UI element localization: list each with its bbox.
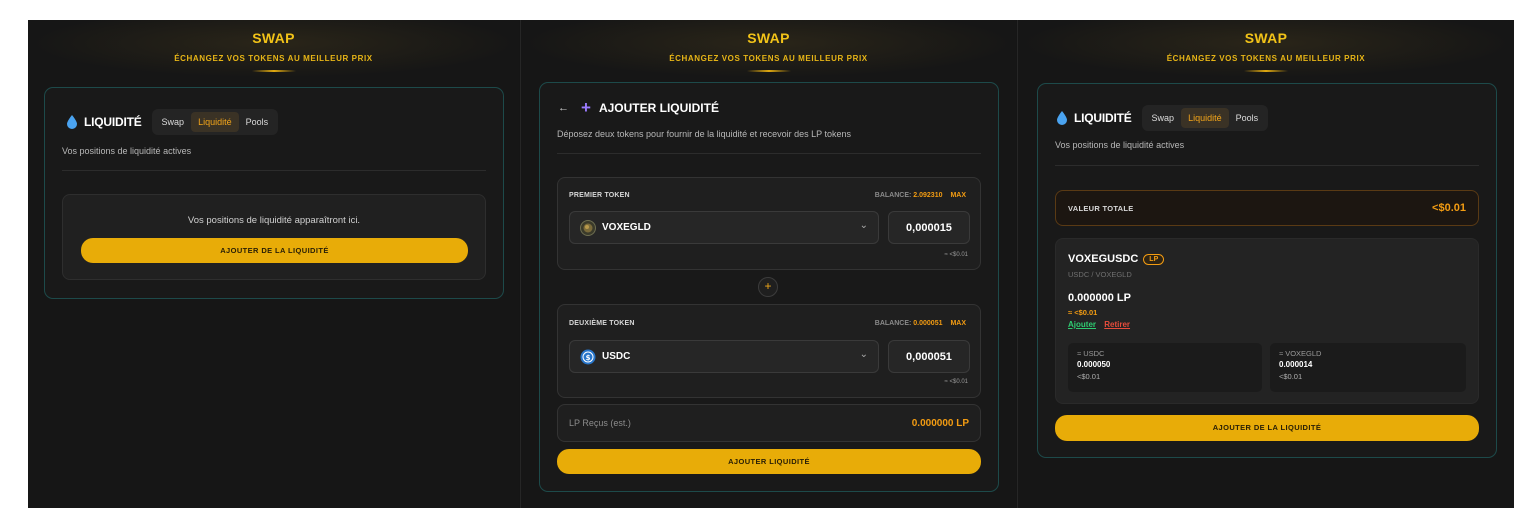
card-title: LIQUIDITÉ — [84, 115, 142, 129]
tab-swap[interactable]: Swap — [1145, 108, 1182, 128]
lp-received-value: 0.000000 LP — [911, 418, 969, 429]
tab-pools[interactable]: Pools — [239, 112, 276, 132]
chevron-down-icon: ⌄ — [859, 220, 868, 231]
first-token-label: PREMIER TOKEN — [569, 192, 630, 199]
second-token-amount[interactable]: 0,000051 — [888, 340, 970, 373]
first-token-box: PREMIER TOKEN BALANCE: 2.092310 MAX VOXE… — [557, 177, 981, 270]
card-subtitle: Vos positions de liquidité actives — [1055, 140, 1185, 150]
balance-value: 0.000051 — [913, 320, 943, 327]
plus-separator-icon: + — [758, 277, 778, 297]
divider — [557, 153, 981, 154]
add-liquidity-button[interactable]: AJOUTER LIQUIDITÉ — [557, 449, 981, 474]
divider — [62, 170, 486, 171]
header-subtitle: ÉCHANGEZ VOS TOKENS AU MEILLEUR PRIX — [669, 54, 868, 63]
divider — [1055, 165, 1479, 166]
max-button[interactable]: MAX — [950, 320, 966, 327]
add-liquidity-button[interactable]: AJOUTER DE LA LIQUIDITÉ — [1055, 415, 1479, 441]
tab-pools[interactable]: Pools — [1229, 108, 1266, 128]
card-title-row: ← + AJOUTER LIQUIDITÉ — [558, 98, 719, 117]
header-subtitle: ÉCHANGEZ VOS TOKENS AU MEILLEUR PRIX — [1166, 54, 1366, 63]
second-token-select[interactable]: $ USDC ⌄ — [569, 340, 879, 373]
header-title: SWAP — [252, 30, 295, 46]
position-actions: Ajouter Retirer — [1068, 320, 1130, 329]
position-card: VOXEGUSDC LP USDC / VOXEGLD 0.000000 LP … — [1055, 238, 1479, 404]
asset-amount: 0.000050 — [1077, 360, 1111, 369]
remove-link[interactable]: Retirer — [1104, 320, 1130, 329]
second-token-box: DEUXIÈME TOKEN BALANCE: 0.000051 MAX $ U… — [557, 304, 981, 398]
stage: SWAP ÉCHANGEZ VOS TOKENS AU MEILLEUR PRI… — [28, 20, 1514, 508]
header-subtitle: ÉCHANGEZ VOS TOKENS AU MEILLEUR PRIX — [174, 54, 373, 63]
liquidity-card: LIQUIDITÉ Swap Liquidité Pools Vos posit… — [44, 87, 504, 299]
swap-header: SWAP ÉCHANGEZ VOS TOKENS AU MEILLEUR PRI… — [1018, 20, 1514, 78]
tab-bar: Swap Liquidité Pools — [151, 109, 279, 135]
header-title: SWAP — [747, 30, 790, 46]
card-title-row: LIQUIDITÉ Swap Liquidité Pools — [67, 109, 279, 135]
asset-value: <$0.01 — [1077, 372, 1101, 381]
second-token-label: DEUXIÈME TOKEN — [569, 320, 635, 327]
lp-badge: LP — [1143, 253, 1165, 265]
first-token-select[interactable]: VOXEGLD ⌄ — [569, 211, 879, 244]
panel-liquidity-positions: SWAP ÉCHANGEZ VOS TOKENS AU MEILLEUR PRI… — [1017, 20, 1514, 508]
card-subtitle: Déposez deux tokens pour fournir de la l… — [557, 129, 852, 139]
plus-icon: + — [581, 98, 591, 117]
first-token-name: VOXEGLD — [602, 222, 651, 233]
tab-liquidite[interactable]: Liquidité — [1181, 108, 1229, 128]
water-drop-icon — [67, 115, 77, 129]
asset-value: <$0.01 — [1279, 372, 1303, 381]
empty-state-text: Vos positions de liquidité apparaîtront … — [187, 215, 361, 226]
balance-label: BALANCE: — [874, 320, 912, 327]
card-subtitle: Vos positions de liquidité actives — [62, 146, 192, 156]
position-left-asset: ≈ USDC 0.000050 <$0.01 — [1068, 343, 1262, 392]
asset-amount: 0.000014 — [1279, 360, 1313, 369]
usdc-token-icon: $ — [580, 349, 596, 365]
total-value-box: VALEUR TOTALE <$0.01 — [1055, 190, 1479, 226]
card-title: AJOUTER LIQUIDITÉ — [598, 101, 719, 115]
panel-add-liquidity: SWAP ÉCHANGEZ VOS TOKENS AU MEILLEUR PRI… — [520, 20, 1016, 508]
header-underline — [251, 70, 296, 72]
liquidity-card: LIQUIDITÉ Swap Liquidité Pools Vos posit… — [1037, 83, 1497, 458]
tab-liquidite[interactable]: Liquidité — [191, 112, 239, 132]
asset-label: ≈ USDC — [1077, 349, 1105, 358]
position-name: VOXEGUSDC — [1068, 253, 1139, 265]
voxegld-token-icon — [580, 220, 596, 236]
svg-text:$: $ — [586, 354, 591, 362]
position-pair: USDC / VOXEGLD — [1068, 270, 1132, 279]
balance-label: BALANCE: — [874, 192, 912, 199]
lp-received-box: LP Reçus (est.) 0.000000 LP — [557, 404, 981, 442]
empty-state-box: Vos positions de liquidité apparaîtront … — [62, 194, 486, 280]
lp-received-label: LP Reçus (est.) — [569, 418, 631, 428]
swap-header: SWAP ÉCHANGEZ VOS TOKENS AU MEILLEUR PRI… — [521, 20, 1016, 78]
balance-value: 2.092310 — [913, 192, 943, 199]
first-token-balance: BALANCE: 2.092310 MAX — [875, 192, 966, 199]
add-liquidity-card: ← + AJOUTER LIQUIDITÉ Déposez deux token… — [539, 82, 999, 492]
card-title-row: LIQUIDITÉ Swap Liquidité Pools — [1057, 105, 1269, 131]
header-underline — [746, 70, 791, 72]
position-right-asset: ≈ VOXEGLD 0.000014 <$0.01 — [1270, 343, 1466, 392]
card-title: LIQUIDITÉ — [1074, 111, 1132, 125]
chevron-down-icon: ⌄ — [859, 349, 868, 360]
max-button[interactable]: MAX — [950, 192, 966, 199]
asset-label: ≈ VOXEGLD — [1279, 349, 1322, 358]
first-token-amount[interactable]: 0,000015 — [888, 211, 970, 244]
header-title: SWAP — [1244, 30, 1288, 46]
position-title-row: VOXEGUSDC LP — [1068, 253, 1165, 265]
add-link[interactable]: Ajouter — [1068, 320, 1096, 329]
water-drop-icon — [1057, 111, 1067, 125]
back-arrow-icon[interactable]: ← — [558, 102, 569, 114]
add-liquidity-button[interactable]: AJOUTER DE LA LIQUIDITÉ — [81, 238, 468, 263]
position-lp-amount: 0.000000 LP — [1068, 292, 1131, 304]
position-lp-value: ≈ <$0.01 — [1068, 308, 1098, 317]
panel-liquidity-empty: SWAP ÉCHANGEZ VOS TOKENS AU MEILLEUR PRI… — [28, 20, 519, 508]
tab-swap[interactable]: Swap — [155, 112, 192, 132]
header-underline — [1244, 70, 1288, 72]
second-token-approx: ≈ <$0.01 — [944, 379, 968, 385]
total-value-amount: <$0.01 — [1432, 202, 1466, 214]
first-token-approx: ≈ <$0.01 — [944, 252, 968, 258]
total-value-label: VALEUR TOTALE — [1068, 204, 1134, 213]
swap-header: SWAP ÉCHANGEZ VOS TOKENS AU MEILLEUR PRI… — [28, 20, 519, 78]
second-token-name: USDC — [602, 351, 631, 362]
tab-bar: Swap Liquidité Pools — [1141, 105, 1269, 131]
second-token-balance: BALANCE: 0.000051 MAX — [875, 320, 966, 327]
